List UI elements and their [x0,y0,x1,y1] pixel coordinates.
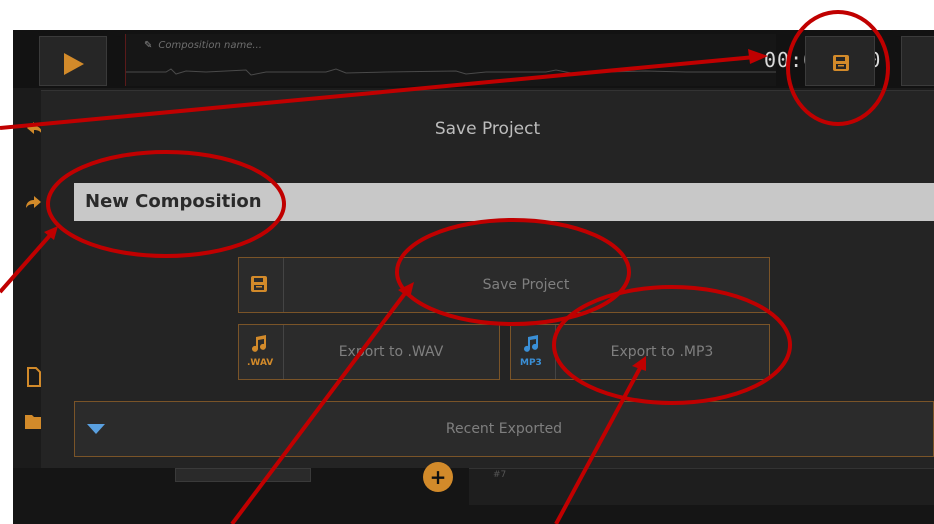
track-lane[interactable] [469,468,934,505]
play-icon [64,53,84,75]
composition-name-placeholder: Composition name... [158,40,262,51]
project-name-input[interactable]: New Composition [74,183,934,221]
composition-area: ✎Composition name... 00:00:000 [125,34,880,86]
floppy-save-icon [833,55,849,71]
export-wav-label: Export to .WAV [338,344,444,360]
save-button-icon-box [239,258,284,312]
music-note-icon [524,335,538,352]
export-mp3-label: Export to .MP3 [610,344,714,360]
save-project-button[interactable]: Save Project [238,257,770,313]
app-window: ✎Composition name... 00:00:000 Save Proj… [13,30,934,524]
export-wav-button[interactable]: .WAV Export to .WAV [238,324,500,380]
pencil-icon: ✎ [144,40,153,51]
save-project-toolbar-button[interactable] [805,36,875,86]
track-slider[interactable] [175,468,311,482]
add-track-button[interactable]: + [423,462,453,492]
play-button[interactable] [39,36,107,86]
floppy-save-icon [251,276,267,292]
track-number: #7 [493,470,507,480]
wav-badge: .WAV [247,358,274,368]
toolbar-button-partial[interactable] [901,36,934,86]
composition-name-field[interactable]: ✎ Composition name... [144,40,262,51]
music-note-icon [252,335,266,352]
recent-exported-dropdown[interactable]: Recent Exported [74,401,934,457]
mp3-icon: MP3 [511,325,556,379]
mp3-badge: MP3 [520,358,542,368]
dialog-title: Save Project [434,119,541,139]
wav-icon: .WAV [239,325,284,379]
waveform [126,68,776,76]
recent-exported-label: Recent Exported [445,421,563,437]
top-bar: ✎Composition name... 00:00:000 [13,30,934,88]
export-mp3-button[interactable]: MP3 Export to .MP3 [510,324,770,380]
save-project-dialog: Save Project New Composition Save Projec… [41,90,934,469]
track-area: + #7 [13,462,934,524]
save-project-label: Save Project [482,277,570,293]
